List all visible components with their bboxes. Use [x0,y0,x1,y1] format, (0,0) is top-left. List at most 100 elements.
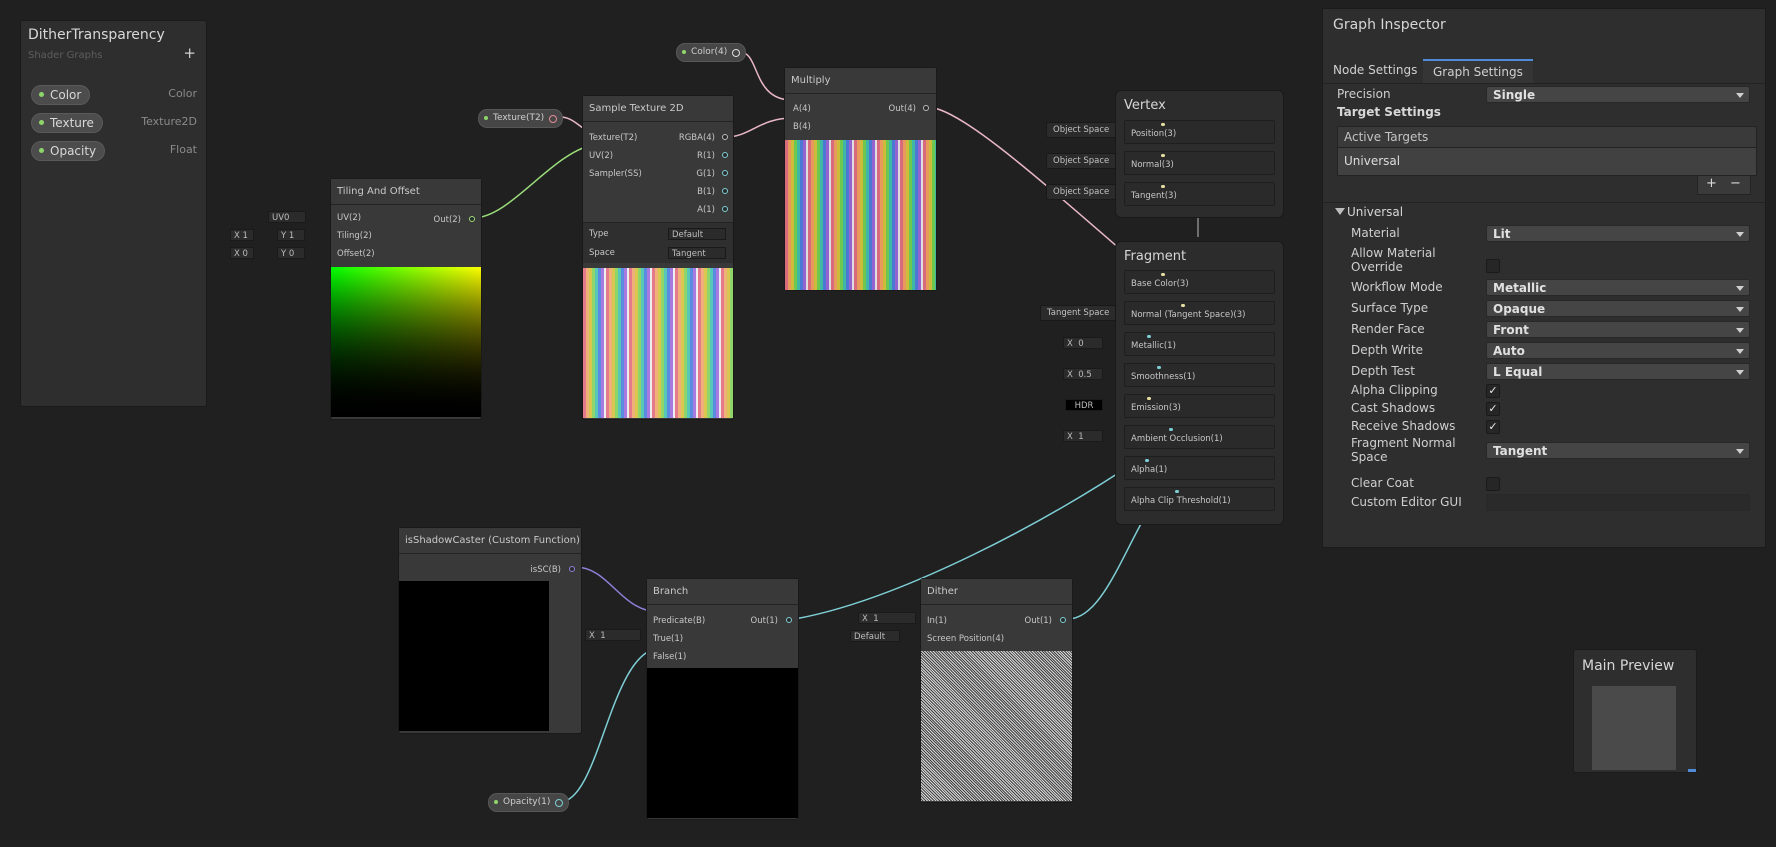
position-space-field[interactable]: Object Space [1046,122,1117,138]
texture-property-node[interactable]: Texture(T2) [478,109,564,128]
tiling-input-slot[interactable]: Tiling(2) [337,231,372,241]
fragment-normal-dropdown[interactable]: Tangent [1486,442,1750,459]
in-input-slot[interactable]: In(1) [927,616,947,626]
normal-space-field[interactable]: Tangent Space [1040,305,1117,321]
out-slot[interactable]: isSC(B) [530,565,561,575]
sampler-input-slot[interactable]: Sampler(SS) [589,169,642,179]
normal-block[interactable]: Normal(3) [1124,151,1275,175]
remove-target-button[interactable]: − [1730,176,1741,191]
emission-block[interactable]: Emission(3) [1124,394,1275,418]
out-slot[interactable]: Out(1) [751,616,778,626]
metallic-block[interactable]: Metallic(1) [1124,332,1275,356]
screen-position-input-slot[interactable]: Screen Position(4) [927,634,1004,644]
render-face-dropdown[interactable]: Front [1486,321,1750,338]
output-port[interactable] [786,617,792,623]
offset-y-field[interactable]: Y 0 [277,247,305,259]
tiling-y-field[interactable]: Y 1 [277,229,305,241]
output-port[interactable] [1060,617,1066,623]
normal-space-field[interactable]: Object Space [1046,153,1117,169]
true-input-slot[interactable]: True(1) [653,634,683,644]
sample-texture-2d-node[interactable]: Sample Texture 2D Texture(T2) UV(2) Samp… [582,95,734,420]
custom-function-node[interactable]: isShadowCaster (Custom Function) isSC(B) [398,527,582,734]
output-port[interactable] [549,115,558,123]
g-port[interactable] [722,170,728,176]
preview-viewport[interactable] [1592,686,1676,770]
property-row-color[interactable]: Color Color [31,85,197,105]
alpha-clipping-checkbox[interactable]: ✓ [1486,384,1500,398]
texture-input-slot[interactable]: Texture(T2) [589,133,637,143]
workflow-dropdown[interactable]: Metallic [1486,279,1750,296]
emission-color-field[interactable]: HDR [1065,399,1103,411]
tangent-block[interactable]: Tangent(3) [1124,182,1275,206]
metallic-field[interactable]: X 0 [1063,337,1103,349]
b-port[interactable] [722,188,728,194]
clear-coat-checkbox[interactable] [1486,477,1500,491]
alpha-clip-threshold-block[interactable]: Alpha Clip Threshold(1) [1124,487,1275,511]
output-port[interactable] [732,49,741,57]
dither-node[interactable]: Dither In(1) Screen Position(4) Out(1) [920,578,1073,803]
depth-write-dropdown[interactable]: Auto [1486,342,1750,359]
vertex-stack[interactable]: Vertex Position(3) Normal(3) Tangent(3) [1115,90,1284,218]
tab-graph-settings[interactable]: Graph Settings [1423,59,1533,83]
tangent-space-field[interactable]: Object Space [1046,184,1117,200]
smoothness-block[interactable]: Smoothness(1) [1124,363,1275,387]
graph-inspector-panel[interactable]: Graph Inspector Node Settings Graph Sett… [1322,8,1766,548]
r-port[interactable] [722,152,728,158]
allow-override-checkbox[interactable] [1486,259,1500,273]
multiply-node[interactable]: Multiply A(4) B(4) Out(4) [784,67,937,291]
receive-shadows-checkbox[interactable]: ✓ [1486,420,1500,434]
type-dropdown[interactable]: Default [668,228,726,240]
main-preview-panel[interactable]: Main Preview [1573,649,1697,773]
output-port[interactable] [555,799,564,807]
position-block[interactable]: Position(3) [1124,120,1275,144]
property-pill[interactable]: Color [31,85,91,105]
uv-channel-dropdown[interactable]: UV0 [268,211,306,223]
ambient-occlusion-block[interactable]: Ambient Occlusion(1) [1124,425,1275,449]
false-input-slot[interactable]: False(1) [653,652,686,662]
depth-test-dropdown[interactable]: L Equal [1486,363,1750,380]
a-output[interactable]: A(1) [697,205,715,215]
add-target-button[interactable]: + [1706,176,1717,191]
offset-input-slot[interactable]: Offset(2) [337,249,375,259]
add-property-button[interactable]: + [183,44,196,62]
a-port[interactable] [722,206,728,212]
normal-block[interactable]: Normal (Tangent Space)(3) [1124,301,1275,325]
tab-node-settings[interactable]: Node Settings [1323,59,1427,81]
surface-dropdown[interactable]: Opaque [1486,300,1750,317]
space-dropdown[interactable]: Tangent [668,247,726,259]
universal-foldout[interactable]: Universal [1347,205,1403,219]
foldout-arrow-icon[interactable] [1335,208,1345,215]
precision-dropdown[interactable]: Single [1486,86,1750,103]
rgba-port[interactable] [722,134,728,140]
property-row-texture[interactable]: Texture Texture2D [31,113,197,133]
out-slot[interactable]: Out(1) [1025,616,1052,626]
tiling-and-offset-node[interactable]: Tiling And Offset UV(2) Tiling(2) Offset… [330,178,482,420]
base-color-block[interactable]: Base Color(3) [1124,270,1275,294]
output-port[interactable] [923,105,929,111]
color-property-node[interactable]: Color(4) [676,43,747,62]
cast-shadows-checkbox[interactable]: ✓ [1486,402,1500,416]
b-output[interactable]: B(1) [697,187,715,197]
g-output[interactable]: G(1) [696,169,715,179]
screen-position-dropdown[interactable]: Default [850,630,900,642]
b-input-slot[interactable]: B(4) [793,122,811,132]
out-slot[interactable]: Out(4) [889,104,916,114]
custom-editor-gui-field[interactable] [1486,494,1750,511]
property-pill[interactable]: Opacity [31,141,106,161]
property-pill[interactable]: Texture [31,113,103,133]
uv-input-slot[interactable]: UV(2) [589,151,613,161]
property-row-opacity[interactable]: Opacity Float [31,141,197,161]
true-value-field[interactable]: X 1 [585,629,641,641]
target-list-item[interactable]: Universal [1337,148,1757,176]
tiling-x-field[interactable]: X 1 [230,229,254,241]
smoothness-field[interactable]: X 0.5 [1063,368,1103,380]
branch-node[interactable]: Branch Predicate(B) True(1) False(1) Out… [646,578,799,820]
offset-x-field[interactable]: X 0 [230,247,254,259]
alpha-block[interactable]: Alpha(1) [1124,456,1275,480]
output-port[interactable] [469,216,475,222]
output-port[interactable] [569,566,575,572]
r-output[interactable]: R(1) [697,151,715,161]
predicate-input-slot[interactable]: Predicate(B) [653,616,705,626]
rgba-output[interactable]: RGBA(4) [679,133,715,143]
in-value-field[interactable]: X 1 [858,612,916,624]
